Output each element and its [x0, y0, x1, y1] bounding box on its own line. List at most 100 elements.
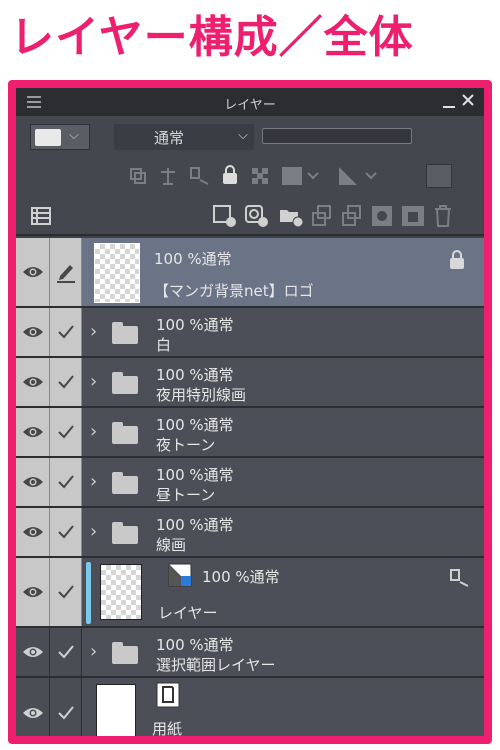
edit-target-toggle[interactable] [50, 358, 82, 406]
chevron-right-icon[interactable]: › [90, 471, 97, 492]
check-icon [57, 325, 74, 339]
layer-opacity: 100 %通常 [202, 568, 280, 586]
layer-body[interactable]: › 100 %通常 昼トーン [82, 458, 484, 506]
opacity-slider[interactable] [262, 128, 412, 144]
apply-mask-icon[interactable] [400, 204, 426, 228]
blend-mode-select[interactable]: 通常 ⌵ [114, 124, 254, 150]
transparency-lock-icon[interactable] [250, 166, 270, 186]
edit-target-toggle[interactable] [50, 238, 82, 306]
layer-row[interactable]: 用紙 [16, 678, 484, 738]
paper-icon [156, 682, 180, 708]
layer-row[interactable]: › 100 %通常 白 [16, 308, 484, 358]
chevron-right-icon[interactable]: › [90, 421, 97, 442]
layer-thumbnail [100, 564, 142, 620]
ruler-menu-icon[interactable] [336, 164, 386, 188]
visibility-toggle[interactable] [16, 238, 50, 306]
close-icon[interactable] [460, 92, 476, 108]
mask-menu-icon[interactable] [280, 164, 326, 188]
layer-row[interactable]: › 100 %通常 選択範囲レイヤー [16, 628, 484, 678]
draft-icon[interactable] [448, 568, 470, 590]
eye-icon [22, 327, 43, 337]
folder-icon [112, 522, 138, 544]
edit-target-toggle[interactable] [50, 308, 82, 356]
layer-list-icon[interactable] [30, 206, 52, 226]
clip-icon[interactable] [128, 166, 148, 186]
layer-body[interactable]: › 100 %通常 白 [82, 308, 484, 356]
visibility-toggle[interactable] [16, 458, 50, 506]
layer-opacity: 100 %通常 [156, 516, 234, 534]
lock-icon[interactable] [448, 250, 466, 270]
eye-icon [22, 427, 43, 437]
layer-row[interactable]: › 100 %通常 夜用特別線画 [16, 358, 484, 408]
edit-target-toggle[interactable] [50, 508, 82, 556]
eye-icon [22, 527, 43, 537]
layer-panel: レイヤー ⌵ 通常 ⌵ 100 %通常 【マンガ背景net】ロゴ › 100 %… [8, 80, 492, 744]
new-vector-layer-icon[interactable] [244, 204, 270, 228]
layer-row[interactable]: 100 %通常 【マンガ背景net】ロゴ [16, 238, 484, 308]
layer-body[interactable]: › 100 %通常 選択範囲レイヤー [82, 628, 484, 676]
chevron-right-icon[interactable]: › [90, 321, 97, 342]
edit-target-toggle[interactable] [50, 408, 82, 456]
layer-body[interactable]: 100 %通常 【マンガ背景net】ロゴ [82, 238, 484, 306]
lock-toolbar [16, 156, 484, 196]
combine-down-icon[interactable] [340, 204, 364, 228]
layer-name: 夜用特別線画 [156, 386, 247, 404]
layer-body[interactable]: › 100 %通常 夜トーン [82, 408, 484, 456]
visibility-toggle[interactable] [16, 358, 50, 406]
reference-icon[interactable] [158, 166, 178, 186]
layer-name: 用紙 [152, 720, 183, 738]
visibility-toggle[interactable] [16, 678, 50, 736]
chevron-right-icon[interactable]: › [90, 641, 97, 662]
check-icon [57, 425, 74, 439]
new-raster-layer-icon[interactable] [212, 204, 238, 228]
check-icon [57, 645, 74, 659]
eye-icon [22, 377, 43, 387]
layer-name: 昼トーン [156, 486, 216, 504]
eye-icon [22, 708, 43, 718]
color-chip [35, 129, 61, 146]
layer-body[interactable]: 用紙 [82, 678, 484, 738]
layer-row[interactable]: › 100 %通常 昼トーン [16, 458, 484, 508]
raster-layer-icon [168, 563, 192, 587]
chevron-right-icon[interactable]: › [90, 371, 97, 392]
layer-body[interactable]: › 100 %通常 夜用特別線画 [82, 358, 484, 406]
check-icon [57, 375, 74, 389]
visibility-toggle[interactable] [16, 508, 50, 556]
layer-body[interactable]: 100 %通常 レイヤー [82, 558, 484, 626]
folder-icon [112, 372, 138, 394]
visibility-toggle[interactable] [16, 408, 50, 456]
layer-row[interactable]: 100 %通常 レイヤー [16, 558, 484, 628]
layer-row[interactable]: › 100 %通常 夜トーン [16, 408, 484, 458]
new-folder-icon[interactable] [278, 204, 304, 228]
transfer-down-icon[interactable] [310, 204, 334, 228]
edit-target-toggle[interactable] [50, 558, 82, 626]
edit-target-toggle[interactable] [50, 628, 82, 676]
layer-name: 【マンガ背景net】ロゴ [154, 282, 314, 300]
visibility-toggle[interactable] [16, 628, 50, 676]
layer-thumbnail [94, 243, 140, 303]
folder-icon [112, 322, 138, 344]
panel-title: レイヤー [224, 98, 276, 113]
trash-icon[interactable] [432, 203, 454, 229]
check-icon [57, 706, 74, 720]
layer-opacity: 100 %通常 [154, 250, 232, 268]
check-icon [57, 525, 74, 539]
layer-color-toggle[interactable] [426, 164, 452, 188]
create-mask-icon[interactable] [370, 204, 394, 228]
draft-icon[interactable] [188, 166, 210, 186]
edit-target-toggle[interactable] [50, 678, 82, 736]
minimize-icon[interactable] [442, 94, 456, 110]
layer-row[interactable]: › 100 %通常 線画 [16, 508, 484, 558]
check-icon [57, 585, 74, 599]
visibility-toggle[interactable] [16, 558, 50, 626]
visibility-toggle[interactable] [16, 308, 50, 356]
chevron-right-icon[interactable]: › [90, 521, 97, 542]
edit-target-toggle[interactable] [50, 458, 82, 506]
layer-body[interactable]: › 100 %通常 線画 [82, 508, 484, 556]
layer-actions-toolbar [16, 196, 484, 236]
blend-mode-value: 通常 [154, 129, 185, 147]
layer-color-button[interactable]: ⌵ [30, 124, 90, 150]
layer-name: 線画 [156, 536, 187, 554]
lock-icon[interactable] [220, 164, 240, 186]
layer-opacity: 100 %通常 [156, 316, 234, 334]
